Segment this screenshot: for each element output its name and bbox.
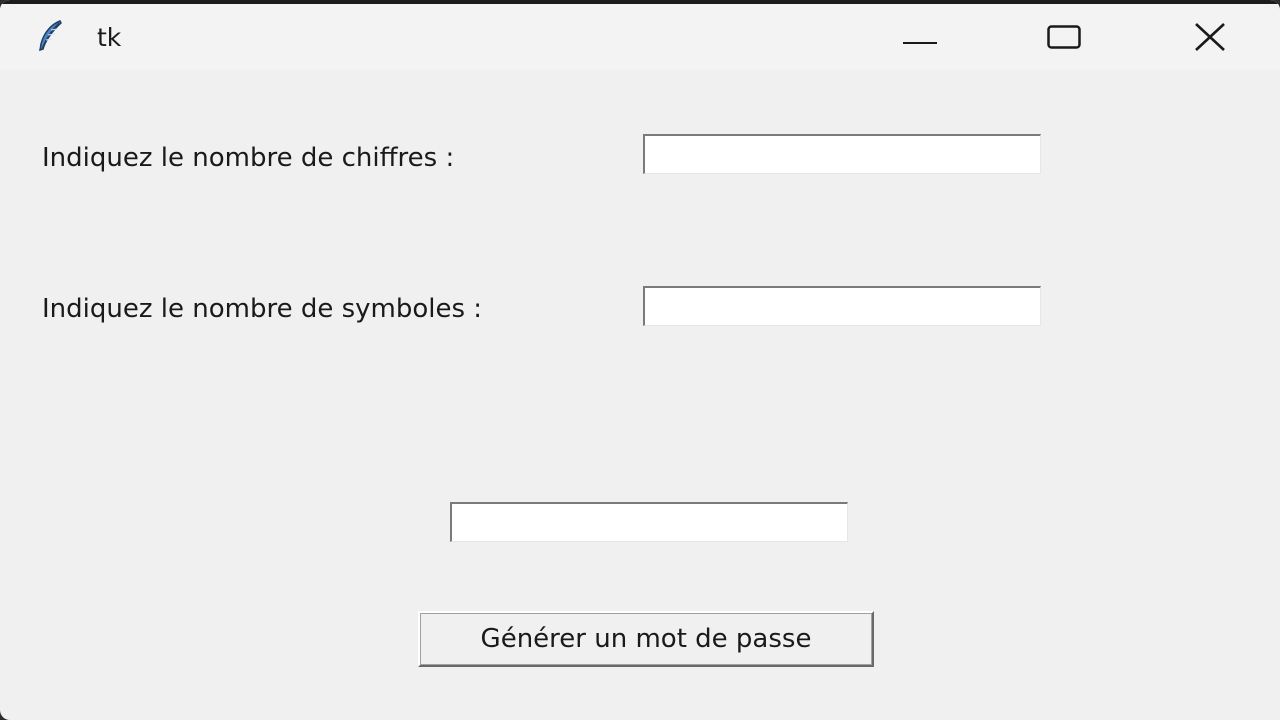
minimize-icon <box>903 30 937 49</box>
feather-icon <box>34 18 68 54</box>
symbols-label: Indiquez le nombre de symboles : <box>42 294 483 324</box>
close-icon <box>1194 23 1226 55</box>
form-area: Indiquez le nombre de chiffres : Indique… <box>0 70 1280 720</box>
app-window: tk Indiquez le nombre de chiffres : Indi… <box>0 0 1280 720</box>
digits-label: Indiquez le nombre de chiffres : <box>42 143 455 173</box>
minimize-button[interactable] <box>850 8 990 70</box>
maximize-icon <box>1047 25 1081 53</box>
symbols-input[interactable] <box>643 286 1041 326</box>
title-bar[interactable]: tk <box>0 0 1280 70</box>
close-button[interactable] <box>1140 8 1280 70</box>
maximize-button[interactable] <box>994 8 1134 70</box>
password-output-field[interactable] <box>450 502 848 542</box>
digits-input[interactable] <box>643 134 1041 174</box>
window-title: tk <box>97 23 122 52</box>
generate-password-button[interactable]: Générer un mot de passe <box>418 611 874 667</box>
